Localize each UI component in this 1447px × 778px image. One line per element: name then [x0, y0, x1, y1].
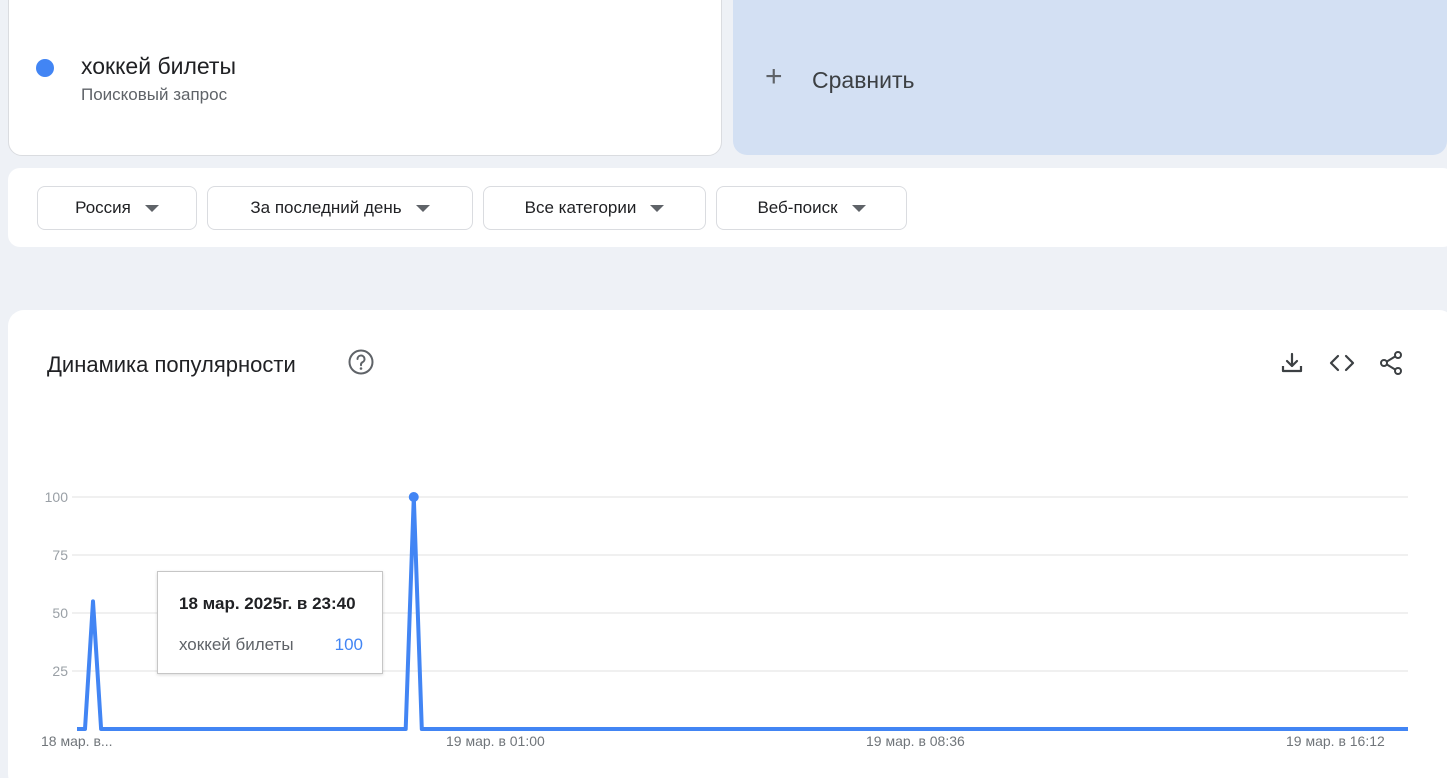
highlight-point	[408, 492, 419, 502]
x-tick-label: 18 мар. в...	[41, 733, 113, 749]
x-tick-label: 19 мар. в 01:00	[446, 733, 545, 749]
x-tick-label: 19 мар. в 16:12	[1286, 733, 1385, 749]
x-tick-label: 19 мар. в 08:36	[866, 733, 965, 749]
y-tick-label: 75	[52, 547, 68, 563]
y-tick-label: 25	[52, 663, 68, 679]
chart-tooltip: 18 мар. 2025г. в 23:40 хоккей билеты 100	[157, 571, 383, 674]
y-tick-label: 100	[45, 489, 69, 505]
tooltip-value: 100	[334, 635, 363, 654]
tooltip-date: 18 мар. 2025г. в 23:40	[179, 594, 356, 613]
tooltip-term: хоккей билеты	[179, 635, 294, 654]
y-tick-label: 50	[52, 605, 68, 621]
